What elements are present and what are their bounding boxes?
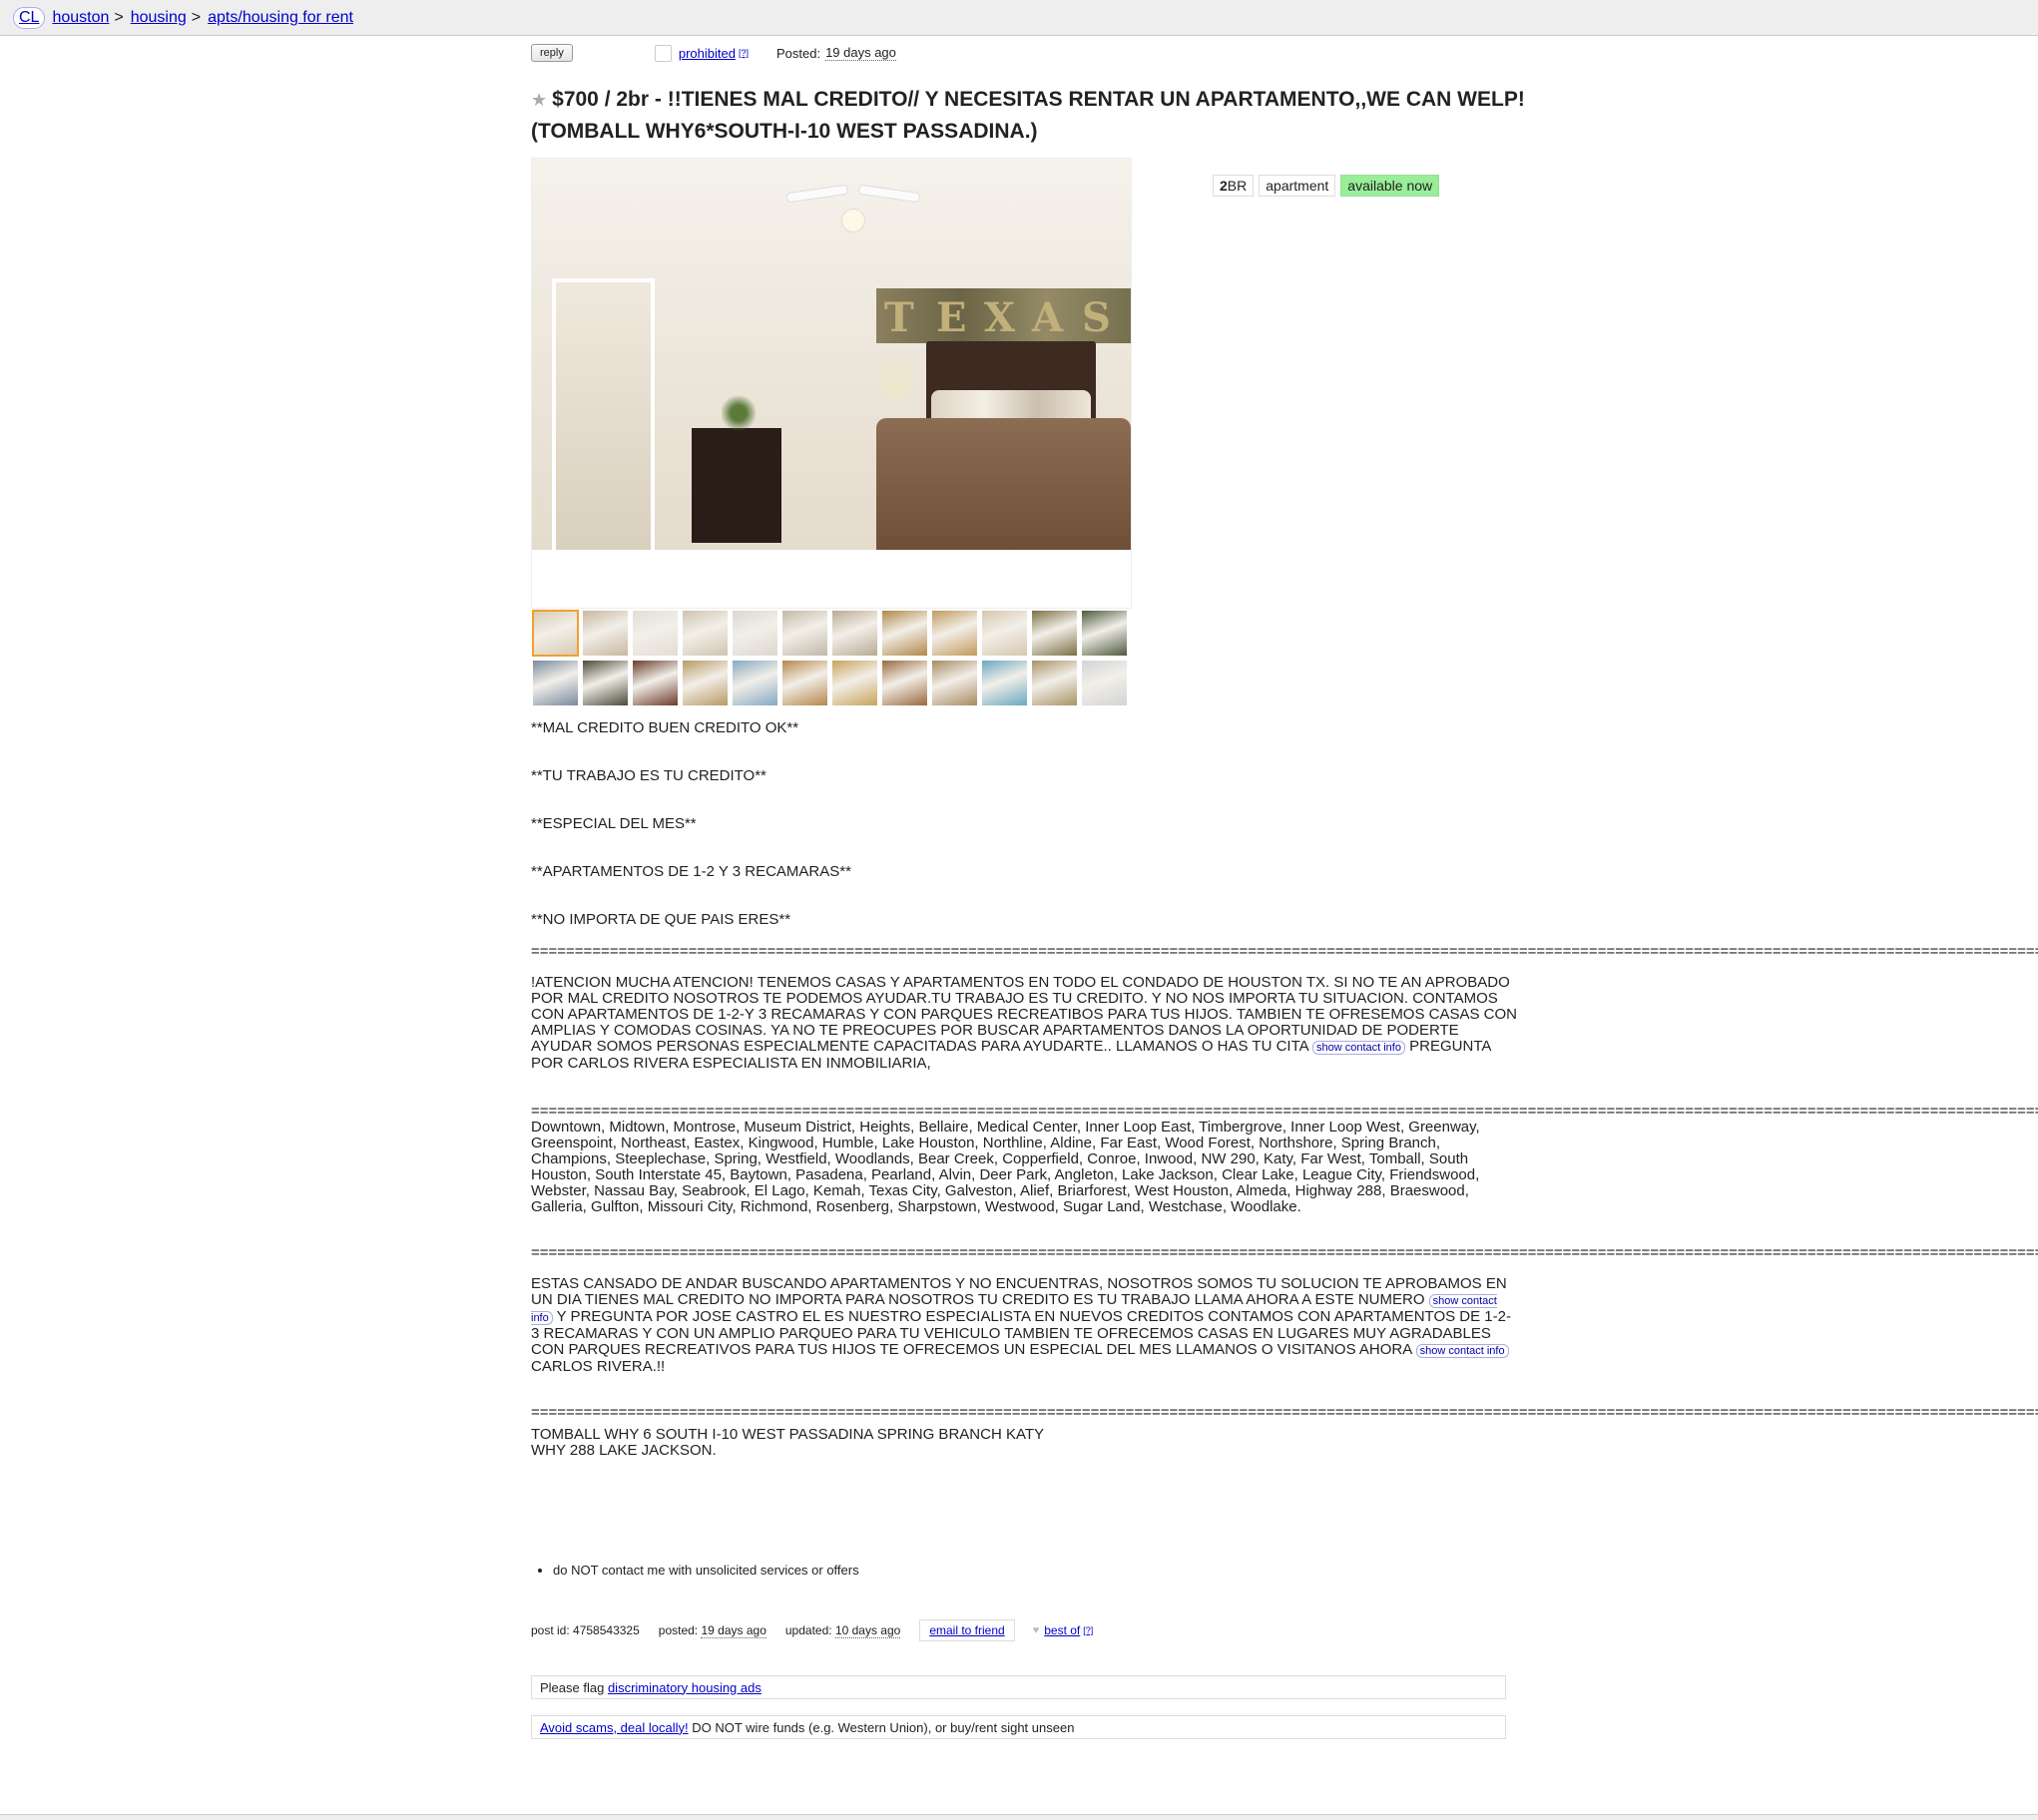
notice-item: do NOT contact me with unsolicited servi…: [553, 1563, 859, 1578]
gallery-thumbnail[interactable]: [582, 610, 629, 657]
title-text: !!TIENES MAL CREDITO// Y NECESITAS RENTA…: [531, 88, 1525, 143]
gallery-thumbnail[interactable]: [1081, 660, 1128, 706]
scam-notice: Avoid scams, deal locally! DO NOT wire f…: [531, 1715, 1506, 1739]
body-line: **APARTAMENTOS DE 1-2 Y 3 RECAMARAS**: [531, 863, 851, 880]
reply-button[interactable]: reply: [531, 44, 573, 62]
body-line: **TU TRABAJO ES TU CREDITO**: [531, 767, 766, 784]
body-line: **NO IMPORTA DE QUE PAIS ERES**: [531, 911, 791, 928]
divider-rule: ========================================…: [531, 1245, 2038, 1261]
wall-art-letter: E: [936, 294, 967, 341]
footer-bar: [0, 1814, 2038, 1820]
discrimination-flag-notice: Please flag discriminatory housing ads: [531, 1675, 1506, 1699]
gallery-thumbnail[interactable]: [732, 610, 778, 657]
gallery-thumbnail[interactable]: [831, 610, 878, 657]
flag-notice-text: Please flag: [540, 1679, 605, 1695]
bedroom-attribute: 2BR: [1213, 175, 1255, 197]
show-contact-info-button[interactable]: show contact info: [1311, 1041, 1405, 1055]
gallery-thumbnail[interactable]: [732, 660, 778, 706]
gallery-thumbnail[interactable]: [532, 660, 579, 706]
posting-header: reply prohibited [?] Posted: 19 days ago: [531, 44, 896, 62]
breadcrumb-housing[interactable]: housing: [131, 9, 187, 27]
gallery-thumbnail[interactable]: [582, 660, 629, 706]
gallery-thumbnail[interactable]: [632, 660, 679, 706]
gallery-thumbnail[interactable]: [1031, 610, 1078, 657]
housing-type-attribute: apartment: [1259, 175, 1336, 197]
gallery-thumbnail[interactable]: [781, 660, 828, 706]
gallery-thumbnail[interactable]: [931, 610, 978, 657]
breadcrumb-apts-for-rent[interactable]: apts/housing for rent: [208, 9, 353, 27]
wall-art-graphic: T E X A S: [876, 288, 1131, 343]
heart-icon: ♥: [1032, 1624, 1040, 1636]
wall-art-letter: S: [1082, 294, 1111, 341]
discriminatory-housing-link[interactable]: discriminatory housing ads: [608, 1680, 762, 1695]
body-line: WHY 288 LAKE JACKSON.: [531, 1442, 717, 1459]
attribute-group: 2BR apartment available now: [1213, 175, 1440, 197]
divider-rule: ========================================…: [531, 1405, 2038, 1421]
gallery-thumbnail[interactable]: [632, 610, 679, 657]
posting-title: ★ $700 / 2br - !!TIENES MAL CREDITO// Y N…: [531, 88, 1525, 143]
craigslist-logo-link[interactable]: CL: [13, 6, 46, 29]
breadcrumb-separator: >: [114, 8, 124, 26]
gallery-thumbnail[interactable]: [881, 660, 928, 706]
gallery-thumbnail[interactable]: [981, 660, 1028, 706]
image-gallery: T E X A S: [531, 158, 1132, 706]
flag-checkbox[interactable]: [654, 44, 672, 62]
divider-rule: ========================================…: [531, 944, 2038, 960]
breadcrumb-separator: >: [191, 8, 202, 26]
divider-rule: ========================================…: [531, 1104, 2038, 1120]
gallery-thumbnail[interactable]: [981, 610, 1028, 657]
plant-graphic: [722, 393, 756, 433]
body-line: **MAL CREDITO BUEN CREDITO OK**: [531, 719, 799, 736]
gallery-thumbnail[interactable]: [831, 660, 878, 706]
avoid-scams-link[interactable]: Avoid scams, deal locally!: [540, 1720, 689, 1735]
post-info: post id: 4758543325 posted: 19 days ago …: [531, 1619, 1093, 1641]
room-doorway-graphic: [552, 278, 655, 550]
bedrooms: 2br: [616, 88, 650, 111]
gallery-thumbnail[interactable]: [682, 660, 729, 706]
best-of-link[interactable]: best of: [1044, 1623, 1080, 1637]
show-contact-info-button[interactable]: show contact info: [1415, 1344, 1509, 1358]
body-line: **ESPECIAL DEL MES**: [531, 815, 697, 832]
breadcrumb-bar: CL houston > housing > apts/housing for …: [0, 0, 2038, 36]
flag-prohibited-link[interactable]: prohibited: [679, 46, 736, 61]
email-to-friend-box: email to friend: [919, 1619, 1015, 1641]
price: $700: [552, 88, 599, 111]
email-to-friend-link[interactable]: email to friend: [929, 1623, 1004, 1637]
wall-art-letter: X: [984, 294, 1016, 341]
main-image[interactable]: T E X A S: [532, 159, 1131, 550]
body-paragraph: !ATENCION MUCHA ATENCION! TENEMOS CASAS …: [531, 974, 1518, 1072]
wall-art-letter: A: [1032, 294, 1064, 341]
gallery-thumbnail[interactable]: [1081, 610, 1128, 657]
notices: do NOT contact me with unsolicited servi…: [531, 1563, 859, 1578]
best-of-help-link[interactable]: [?]: [1083, 1625, 1093, 1635]
gallery-thumbnail[interactable]: [682, 610, 729, 657]
wall-art-letter: T: [884, 294, 914, 341]
availability-attribute: available now: [1340, 175, 1440, 197]
bed-graphic: [876, 418, 1131, 550]
lamp-graphic: [881, 363, 911, 398]
scam-notice-text: DO NOT wire funds (e.g. Western Union), …: [692, 1719, 1075, 1735]
favorite-star-icon[interactable]: ★: [531, 90, 547, 110]
gallery-thumbnail[interactable]: [881, 610, 928, 657]
gallery-thumbnail[interactable]: [931, 660, 978, 706]
body-paragraph: ESTAS CANSADO DE ANDAR BUSCANDO APARTAME…: [531, 1275, 1511, 1375]
gallery-thumbnail[interactable]: [781, 610, 828, 657]
gallery-thumbnail[interactable]: [532, 610, 579, 657]
ceiling-fan-graphic: [785, 179, 921, 232]
body-paragraph: Downtown, Midtown, Montrose, Museum Dist…: [531, 1119, 1480, 1215]
posted-label: Posted:: [775, 45, 821, 61]
posted-date: 19 days ago: [825, 45, 896, 61]
body-line: TOMBALL WHY 6 SOUTH I-10 WEST PASSADINA …: [531, 1426, 1045, 1443]
gallery-thumbnail[interactable]: [1031, 660, 1078, 706]
flag-help-link[interactable]: [?]: [739, 48, 749, 58]
breadcrumb-houston[interactable]: houston: [52, 9, 109, 27]
posted-info: posted: 19 days ago: [658, 1623, 766, 1638]
updated-info: updated: 10 days ago: [784, 1623, 901, 1638]
nightstand-graphic: [692, 428, 781, 543]
post-id: post id: 4758543325: [531, 1623, 640, 1637]
